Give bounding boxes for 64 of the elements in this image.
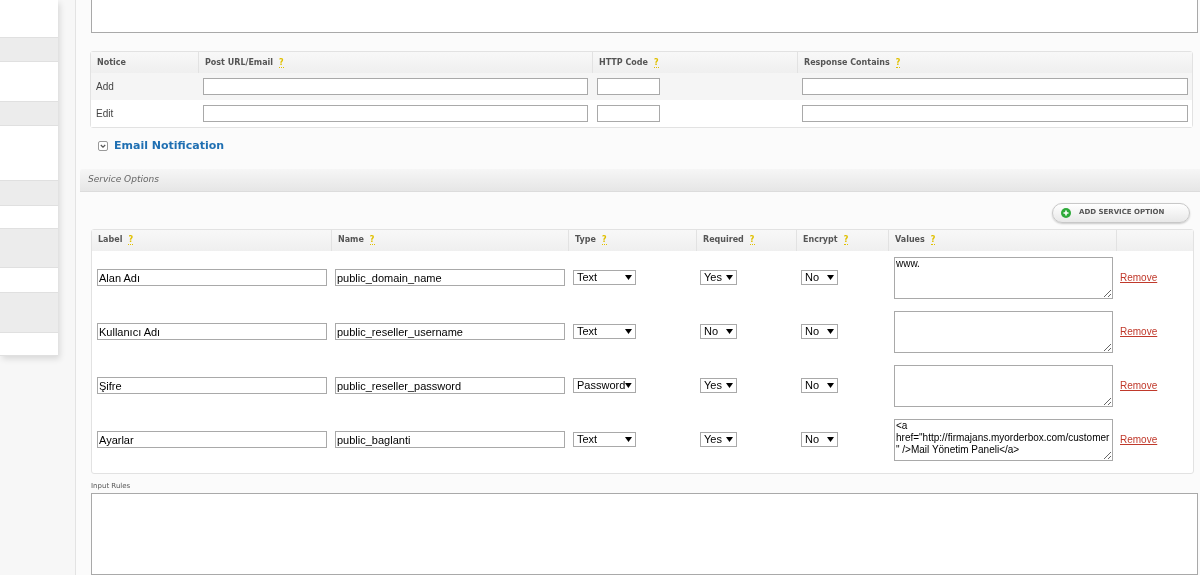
name-field[interactable]: public_baglanti: [335, 431, 565, 448]
label-field[interactable]: Kullanıcı Adı: [97, 323, 327, 340]
column-header: Encrypt: [803, 234, 838, 246]
remove-link[interactable]: Remove: [1120, 324, 1194, 339]
column-header: Notice: [97, 56, 126, 69]
url-field[interactable]: [203, 78, 588, 95]
caret-icon: [625, 383, 632, 388]
column-header: Name: [338, 234, 364, 246]
name-field[interactable]: public_reseller_username: [335, 323, 565, 340]
name-field[interactable]: public_domain_name: [335, 269, 565, 286]
remove-link[interactable]: Remove: [1120, 270, 1194, 285]
type-select[interactable]: Text: [573, 432, 636, 447]
encrypt-select[interactable]: No: [801, 432, 838, 447]
encrypt-select[interactable]: No: [801, 378, 838, 393]
values-field[interactable]: [894, 310, 1113, 353]
caret-icon: [726, 275, 733, 280]
plus-icon: [1061, 207, 1071, 218]
caret-icon: [827, 383, 834, 388]
column-header: Required: [703, 234, 744, 246]
caret-icon: [827, 275, 834, 280]
label-field[interactable]: Şifre: [97, 377, 327, 394]
column-header: Label: [98, 234, 123, 246]
caret-icon: [625, 329, 632, 334]
caret-icon: [726, 383, 733, 388]
code-field[interactable]: [597, 78, 660, 95]
caret-icon: [726, 437, 733, 442]
label-field[interactable]: Alan Adı: [97, 269, 327, 286]
required-select[interactable]: Yes: [700, 432, 737, 447]
label-field[interactable]: Ayarlar: [97, 431, 327, 448]
required-select[interactable]: Yes: [700, 378, 737, 393]
column-header: Type: [575, 234, 596, 246]
chevron-icon[interactable]: [98, 141, 108, 152]
required-select[interactable]: No: [700, 324, 737, 339]
values-field[interactable]: <a href="http://firmajans.myorderbox.com/customer" />Mail Yönetim Paneli</a>: [894, 418, 1113, 461]
response-field[interactable]: [802, 78, 1188, 95]
encrypt-select[interactable]: No: [801, 324, 838, 339]
type-select[interactable]: Text: [573, 324, 636, 339]
response-field[interactable]: [802, 105, 1188, 122]
type-select[interactable]: Password: [573, 378, 636, 393]
section-link[interactable]: Email Notification: [114, 138, 225, 155]
required-select[interactable]: Yes: [700, 270, 737, 285]
column-header: Values: [895, 234, 925, 246]
encrypt-select[interactable]: No: [801, 270, 838, 285]
code-field[interactable]: [597, 105, 660, 122]
remove-link[interactable]: Remove: [1120, 432, 1194, 447]
row-label: Add: [95, 80, 115, 94]
text-area[interactable]: [91, 0, 1198, 33]
caret-icon: [726, 329, 733, 334]
caret-icon: [625, 437, 632, 442]
caret-icon: [827, 437, 834, 442]
column-header: HTTP Code: [599, 56, 648, 69]
remove-link[interactable]: Remove: [1120, 378, 1194, 393]
column-header: Response Contains: [804, 56, 890, 69]
caret-icon: [625, 275, 632, 280]
text-area[interactable]: [91, 493, 1198, 575]
column-header: Post URL/Email: [205, 56, 274, 69]
name-field[interactable]: public_reseller_password: [335, 377, 565, 394]
values-field[interactable]: [894, 364, 1113, 407]
url-field[interactable]: [203, 105, 588, 122]
values-field[interactable]: www.: [894, 256, 1113, 299]
type-select[interactable]: Text: [573, 270, 636, 285]
caret-icon: [827, 329, 834, 334]
row-label: Edit: [95, 107, 115, 121]
section-header: Service Options: [80, 168, 1200, 192]
